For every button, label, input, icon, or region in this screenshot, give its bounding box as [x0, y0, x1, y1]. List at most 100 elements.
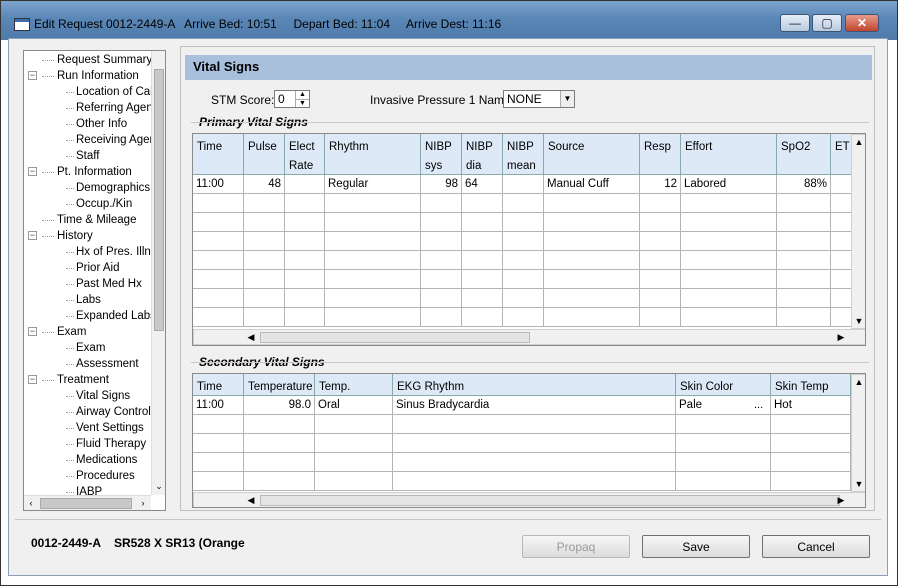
primary-cell[interactable]: [681, 232, 777, 251]
primary-cell[interactable]: Regular: [325, 175, 421, 194]
primary-column-header[interactable]: Resp: [640, 134, 681, 175]
primary-cell[interactable]: [777, 270, 831, 289]
invasive-pressure-select[interactable]: NONE ▼: [503, 90, 575, 108]
tree-scroll-right-icon[interactable]: ›: [136, 496, 150, 510]
primary-cell[interactable]: [325, 194, 421, 213]
secondary-column-header[interactable]: Skin Color: [676, 374, 771, 396]
primary-cell[interactable]: [244, 270, 285, 289]
secondary-scroll-down-icon[interactable]: ▼: [852, 477, 865, 491]
primary-cell[interactable]: [681, 270, 777, 289]
primary-cell[interactable]: [193, 251, 244, 270]
tree-item[interactable]: Assessment: [76, 356, 139, 372]
primary-cell[interactable]: [503, 232, 544, 251]
propaq-button[interactable]: Propaq: [522, 535, 630, 558]
spin-up-icon[interactable]: ▲: [295, 91, 309, 99]
primary-cell[interactable]: [421, 251, 462, 270]
secondary-column-header[interactable]: Skin Temp: [771, 374, 851, 396]
primary-cell[interactable]: [421, 213, 462, 232]
primary-cell[interactable]: [503, 175, 544, 194]
primary-cell[interactable]: [325, 270, 421, 289]
secondary-cell[interactable]: [244, 453, 315, 472]
secondary-column-header[interactable]: Temp. Method: [315, 374, 393, 396]
primary-cell[interactable]: [325, 232, 421, 251]
primary-scroll-down-icon[interactable]: ▼: [852, 314, 865, 328]
primary-cell[interactable]: [244, 213, 285, 232]
secondary-cell[interactable]: 11:00: [193, 396, 244, 415]
primary-cell[interactable]: [421, 232, 462, 251]
primary-cell[interactable]: [544, 251, 640, 270]
primary-cell[interactable]: [503, 213, 544, 232]
tree-vertical-scrollbar[interactable]: ⌄: [151, 51, 165, 495]
primary-cell[interactable]: [244, 308, 285, 327]
primary-cell[interactable]: [421, 289, 462, 308]
primary-cell[interactable]: [640, 232, 681, 251]
secondary-cell[interactable]: [315, 434, 393, 453]
tree-item[interactable]: Prior Aid: [76, 260, 119, 276]
tree-hscroll-thumb[interactable]: [40, 498, 132, 509]
primary-column-header[interactable]: Pulse: [244, 134, 285, 175]
primary-cell[interactable]: [462, 194, 503, 213]
primary-cell[interactable]: [544, 289, 640, 308]
primary-cell[interactable]: 12: [640, 175, 681, 194]
secondary-cell[interactable]: [193, 453, 244, 472]
tree-expand-icon[interactable]: −: [28, 231, 37, 240]
primary-cell[interactable]: [681, 251, 777, 270]
secondary-cell[interactable]: [244, 434, 315, 453]
tree-item[interactable]: History: [57, 228, 93, 244]
secondary-hscroll-thumb[interactable]: [260, 495, 840, 506]
primary-cell[interactable]: [640, 194, 681, 213]
primary-cell[interactable]: [285, 194, 325, 213]
primary-column-header[interactable]: NIBP dia: [462, 134, 503, 175]
primary-cell[interactable]: [421, 308, 462, 327]
secondary-horizontal-scrollbar[interactable]: ◀ ▶: [193, 492, 865, 507]
primary-vertical-scrollbar[interactable]: ▲ ▼: [851, 134, 865, 329]
primary-cell[interactable]: [462, 213, 503, 232]
primary-cell[interactable]: [285, 175, 325, 194]
primary-cell[interactable]: [462, 270, 503, 289]
primary-column-header[interactable]: NIBP sys: [421, 134, 462, 175]
cancel-button[interactable]: Cancel: [762, 535, 870, 558]
tree-expand-icon[interactable]: −: [28, 375, 37, 384]
tree-item[interactable]: Run Information: [57, 68, 139, 84]
secondary-cell[interactable]: 98.0: [244, 396, 315, 415]
primary-cell[interactable]: [777, 289, 831, 308]
tree-item[interactable]: Exam: [57, 324, 86, 340]
primary-cell[interactable]: [462, 232, 503, 251]
secondary-cell[interactable]: [193, 415, 244, 434]
primary-cell[interactable]: [681, 194, 777, 213]
secondary-scroll-right-icon[interactable]: ▶: [834, 493, 848, 507]
primary-scroll-up-icon[interactable]: ▲: [852, 135, 865, 149]
tree-item[interactable]: Expanded Labs: [76, 308, 156, 324]
tree-item[interactable]: Vent Settings: [76, 420, 144, 436]
save-button[interactable]: Save: [642, 535, 750, 558]
primary-cell[interactable]: [777, 251, 831, 270]
tree-item[interactable]: Location of Call: [76, 84, 155, 100]
secondary-column-header[interactable]: Temperature: [244, 374, 315, 396]
tree-item[interactable]: Staff: [76, 148, 99, 164]
primary-cell[interactable]: [285, 251, 325, 270]
tree-item[interactable]: Fluid Therapy: [76, 436, 146, 452]
secondary-cell[interactable]: [676, 472, 771, 491]
primary-column-header[interactable]: Rhythm: [325, 134, 421, 175]
primary-cell[interactable]: [640, 270, 681, 289]
secondary-column-header[interactable]: EKG Rhythm: [393, 374, 676, 396]
secondary-vertical-scrollbar[interactable]: ▲ ▼: [851, 374, 865, 492]
primary-cell[interactable]: [193, 194, 244, 213]
primary-cell[interactable]: [421, 194, 462, 213]
primary-cell[interactable]: [244, 232, 285, 251]
primary-column-header[interactable]: SpO2: [777, 134, 831, 175]
primary-cell[interactable]: [681, 289, 777, 308]
primary-hscroll-thumb[interactable]: [260, 332, 530, 343]
primary-column-header[interactable]: NIBP mean: [503, 134, 544, 175]
primary-cell[interactable]: [640, 289, 681, 308]
secondary-cell[interactable]: Oral: [315, 396, 393, 415]
secondary-cell[interactable]: [676, 453, 771, 472]
tree-item[interactable]: Pt. Information: [57, 164, 132, 180]
skin-color-ellipsis-button[interactable]: ...: [754, 399, 763, 411]
tree-item[interactable]: Time & Mileage: [57, 212, 136, 228]
primary-cell[interactable]: [544, 232, 640, 251]
primary-cell[interactable]: [285, 289, 325, 308]
primary-cell[interactable]: [325, 289, 421, 308]
primary-cell[interactable]: [503, 289, 544, 308]
primary-cell[interactable]: 98: [421, 175, 462, 194]
